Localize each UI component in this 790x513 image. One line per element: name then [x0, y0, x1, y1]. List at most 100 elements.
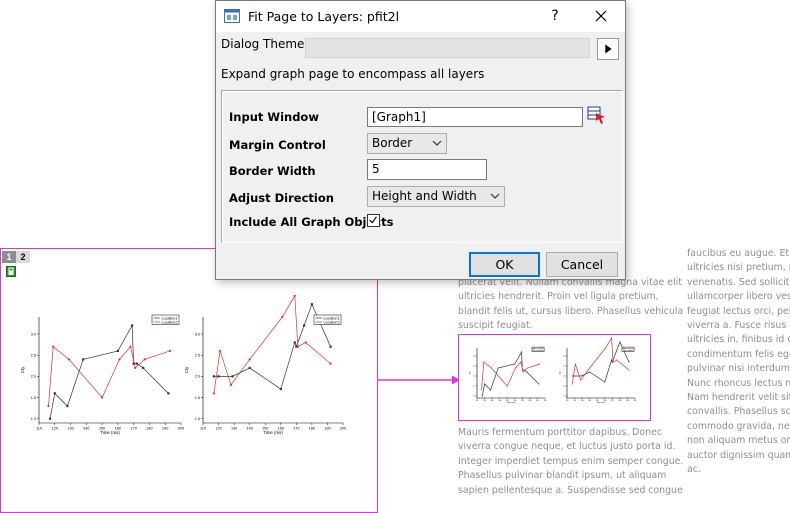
- chart-plot: 110 120 130 140 150 160 170 180 190 2001.01.52.02…: [558, 336, 636, 404]
- data-point: [134, 366, 137, 369]
- legend-label: Location2: [324, 320, 340, 324]
- data-point: [628, 361, 630, 363]
- dialog-titlebar[interactable]: Fit Page to Layers: pfit2l ?: [216, 1, 625, 32]
- x-axis-label: Time (ms): [507, 402, 516, 404]
- document-line: commodo gravida, neque: [687, 420, 790, 432]
- x-axis-label: Time (ms): [263, 430, 283, 435]
- x-tick-label: 200: [544, 400, 547, 402]
- data-point: [574, 363, 576, 365]
- input-window-label: Input Window: [229, 110, 319, 124]
- x-tick-label: 180: [309, 427, 315, 431]
- data-point: [571, 383, 573, 385]
- x-tick-label: 140: [83, 427, 89, 431]
- close-icon[interactable]: [586, 5, 616, 27]
- data-point: [217, 375, 220, 378]
- x-tick-label: 190: [626, 400, 629, 402]
- y-tick-label: 3.0: [195, 332, 200, 336]
- data-point: [293, 341, 296, 344]
- dialog-theme-field[interactable]: [305, 38, 590, 58]
- document-line: faucibus eu augue. Etiam: [687, 248, 790, 259]
- x-tick-label: 130: [581, 400, 584, 402]
- legend-label: Location2: [162, 320, 178, 324]
- graph-window[interactable]: 1 2 110 120 130 140 150 160 170 180 190 200 1.0 1.5…: [0, 248, 378, 513]
- dialog-app-icon: [224, 9, 240, 23]
- x-tick-label: 200: [178, 427, 184, 431]
- y-tick-label: 3.0: [31, 332, 36, 336]
- margin-control-value: Border: [372, 136, 413, 150]
- document-line: ultricies hendrerit. Proin vel ligula pr…: [458, 291, 659, 303]
- fitted-graph-thumbnail: 110 120 130 140 150 160 170 180 190 200 1.0 1.5 2.0 2…: [458, 334, 651, 421]
- data-point: [527, 367, 529, 369]
- x-tick-label: 130: [231, 427, 237, 431]
- help-button[interactable]: ?: [544, 5, 566, 27]
- series-line-location1: [572, 341, 630, 383]
- document-text-middle-top: placerat velit. Nullam convallis magna v…: [458, 276, 683, 334]
- adjust-direction-dropdown[interactable]: Height and Width: [367, 186, 505, 207]
- document-line: ullamcorper libero vestibulum: [687, 291, 790, 303]
- y-axis-label: Cty: [20, 366, 25, 373]
- series-line-location1: [49, 324, 169, 419]
- data-point: [82, 358, 85, 361]
- data-point: [615, 351, 617, 353]
- data-point: [605, 347, 607, 349]
- x-tick-label: 110: [36, 427, 42, 431]
- legend-label: Location2: [536, 349, 543, 352]
- series-line-location1: [481, 350, 540, 397]
- y-axis-label: Cty: [558, 372, 561, 375]
- ok-button[interactable]: OK: [469, 252, 540, 277]
- data-point: [212, 375, 215, 378]
- dialog-theme-label: Dialog Theme: [221, 37, 305, 51]
- document-line: auctor dignissim quam, non: [687, 449, 790, 461]
- x-tick-label: 170: [521, 400, 524, 402]
- document-line: ultricies nisi pretium, nec: [687, 262, 790, 274]
- data-point: [497, 367, 499, 369]
- include-all-objects-checkbox[interactable]: [367, 214, 380, 227]
- y-tick-label: 2.5: [563, 366, 565, 368]
- data-point: [329, 345, 332, 348]
- x-tick-label: 180: [146, 427, 152, 431]
- data-point: [522, 371, 524, 373]
- data-point: [310, 303, 313, 306]
- data-point: [101, 396, 104, 399]
- x-tick-label: 110: [200, 427, 206, 431]
- x-tick-label: 140: [246, 427, 252, 431]
- y-tick-label: 2.0: [31, 375, 36, 379]
- data-point: [483, 361, 485, 363]
- x-tick-label: 120: [52, 427, 58, 431]
- select-range-icon[interactable]: [587, 105, 607, 125]
- play-arrow-icon[interactable]: [597, 38, 619, 60]
- data-point: [571, 375, 573, 377]
- data-point: [611, 359, 613, 361]
- data-point: [611, 337, 613, 339]
- data-point: [619, 341, 621, 343]
- chevron-down-icon: [432, 140, 442, 146]
- x-tick-label: 190: [162, 427, 168, 431]
- dialog-title: Fit Page to Layers: pfit2l: [248, 9, 400, 24]
- data-point: [130, 324, 134, 327]
- data-point: [538, 383, 540, 385]
- x-axis-label: Time (ms): [597, 402, 606, 404]
- data-point: [481, 395, 483, 397]
- document-line: Nunc rhoncus lectus nulla, ut: [687, 377, 790, 389]
- series-line-location2: [213, 294, 331, 394]
- x-tick-label: 170: [293, 427, 299, 431]
- data-point: [514, 363, 516, 365]
- data-point: [616, 359, 618, 361]
- margin-control-dropdown[interactable]: Border: [367, 133, 447, 154]
- x-tick-label: 170: [611, 400, 614, 402]
- cancel-button[interactable]: Cancel: [546, 252, 618, 277]
- data-point: [490, 389, 492, 391]
- document-line: condimentum felis eget ultricies: [687, 348, 790, 360]
- data-point: [48, 417, 52, 420]
- data-point: [580, 379, 582, 381]
- data-point: [539, 363, 541, 365]
- document-line: ac.: [687, 464, 701, 476]
- border-width-field[interactable]: 5: [367, 159, 487, 180]
- y-tick-label: 1.5: [563, 386, 565, 388]
- y-tick-label: 3.0: [563, 356, 565, 358]
- border-width-label: Border Width: [229, 164, 316, 178]
- data-point: [293, 294, 296, 297]
- thumbnail-graph-page: 110 120 130 140 150 160 170 180 190 2001.01.52.02…: [468, 336, 636, 404]
- x-tick-label: 120: [215, 427, 221, 431]
- input-window-field[interactable]: [Graph1]: [367, 107, 583, 127]
